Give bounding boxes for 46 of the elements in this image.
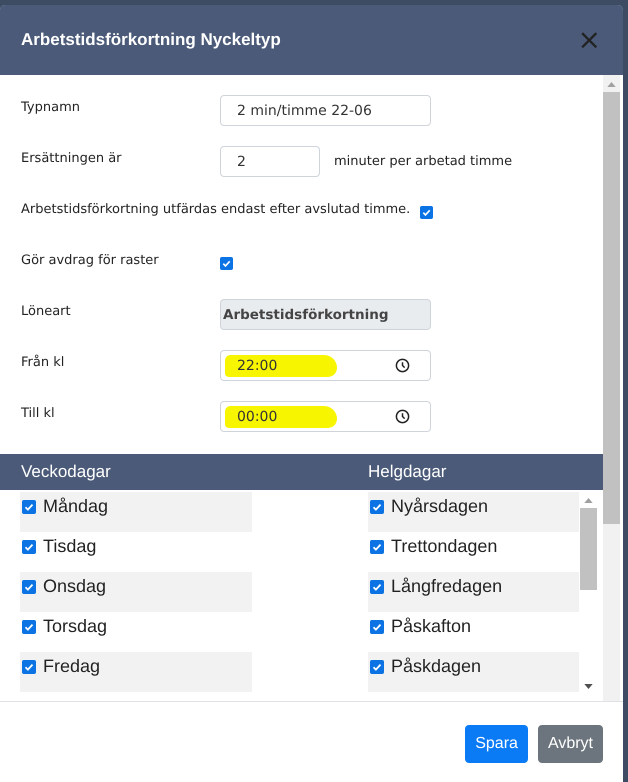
clock-icon[interactable] xyxy=(395,409,410,424)
input-field[interactable]: 2 xyxy=(220,146,320,177)
day-row[interactable]: Torsdag xyxy=(20,612,252,652)
cancel-button[interactable]: Avbryt xyxy=(538,725,603,763)
day-row[interactable]: Nyårsdagen xyxy=(368,492,579,532)
day-row[interactable]: Påskafton xyxy=(368,612,579,652)
scroll-up-icon[interactable] xyxy=(584,498,592,503)
field-label: Arbetstidsförkortning utfärdas endast efter avslutad timme. xyxy=(21,201,410,217)
checkbox[interactable] xyxy=(22,580,36,594)
checkbox[interactable] xyxy=(370,580,384,594)
checkbox[interactable] xyxy=(220,256,233,270)
clock-icon[interactable] xyxy=(395,358,410,373)
checkbox[interactable] xyxy=(370,620,384,634)
checkbox[interactable] xyxy=(370,540,384,554)
field-label: Typnamn xyxy=(21,99,81,115)
field-label: Löneart xyxy=(21,303,72,319)
scroll-down-icon[interactable] xyxy=(584,684,592,689)
dialog-title: Arbetstidsförkortning Nyckeltyp xyxy=(21,30,281,50)
checkbox[interactable] xyxy=(22,500,36,514)
checkbox[interactable] xyxy=(22,620,36,634)
field-label: Gör avdrag för raster xyxy=(21,252,160,268)
checkbox[interactable] xyxy=(22,660,36,674)
day-row[interactable]: Trettondagen xyxy=(368,532,579,572)
checkbox[interactable] xyxy=(420,206,434,218)
checkbox[interactable] xyxy=(22,540,36,554)
input-field[interactable]: 2 min/timme 22-06 xyxy=(220,95,431,126)
column-header: Veckodagar xyxy=(20,462,112,482)
day-row[interactable]: Onsdag xyxy=(20,572,252,612)
save-button[interactable]: Spara xyxy=(465,725,528,763)
field-label: Från kl xyxy=(21,354,66,370)
column-header: Helgdagar xyxy=(368,462,446,482)
checkbox[interactable] xyxy=(370,500,384,514)
day-row[interactable]: Påskdagen xyxy=(368,652,579,692)
field-label: Till kl xyxy=(21,405,56,421)
time-field[interactable]: 00:00 xyxy=(220,401,431,432)
time-field[interactable]: 22:00 xyxy=(220,350,431,381)
scroll-up-icon[interactable] xyxy=(607,82,616,87)
field-label: Ersättningen är xyxy=(21,150,123,166)
day-row[interactable]: Långfredagen xyxy=(368,572,579,612)
readonly-field: Arbetstidsförkortning xyxy=(220,299,431,330)
scrollbar[interactable] xyxy=(603,75,620,701)
day-row[interactable]: Fredag xyxy=(20,652,252,692)
day-row[interactable]: Tisdag xyxy=(20,532,252,572)
checkbox[interactable] xyxy=(370,660,384,674)
day-row[interactable]: Måndag xyxy=(20,492,252,532)
unit-label: minuter per arbetad timme xyxy=(334,154,512,169)
